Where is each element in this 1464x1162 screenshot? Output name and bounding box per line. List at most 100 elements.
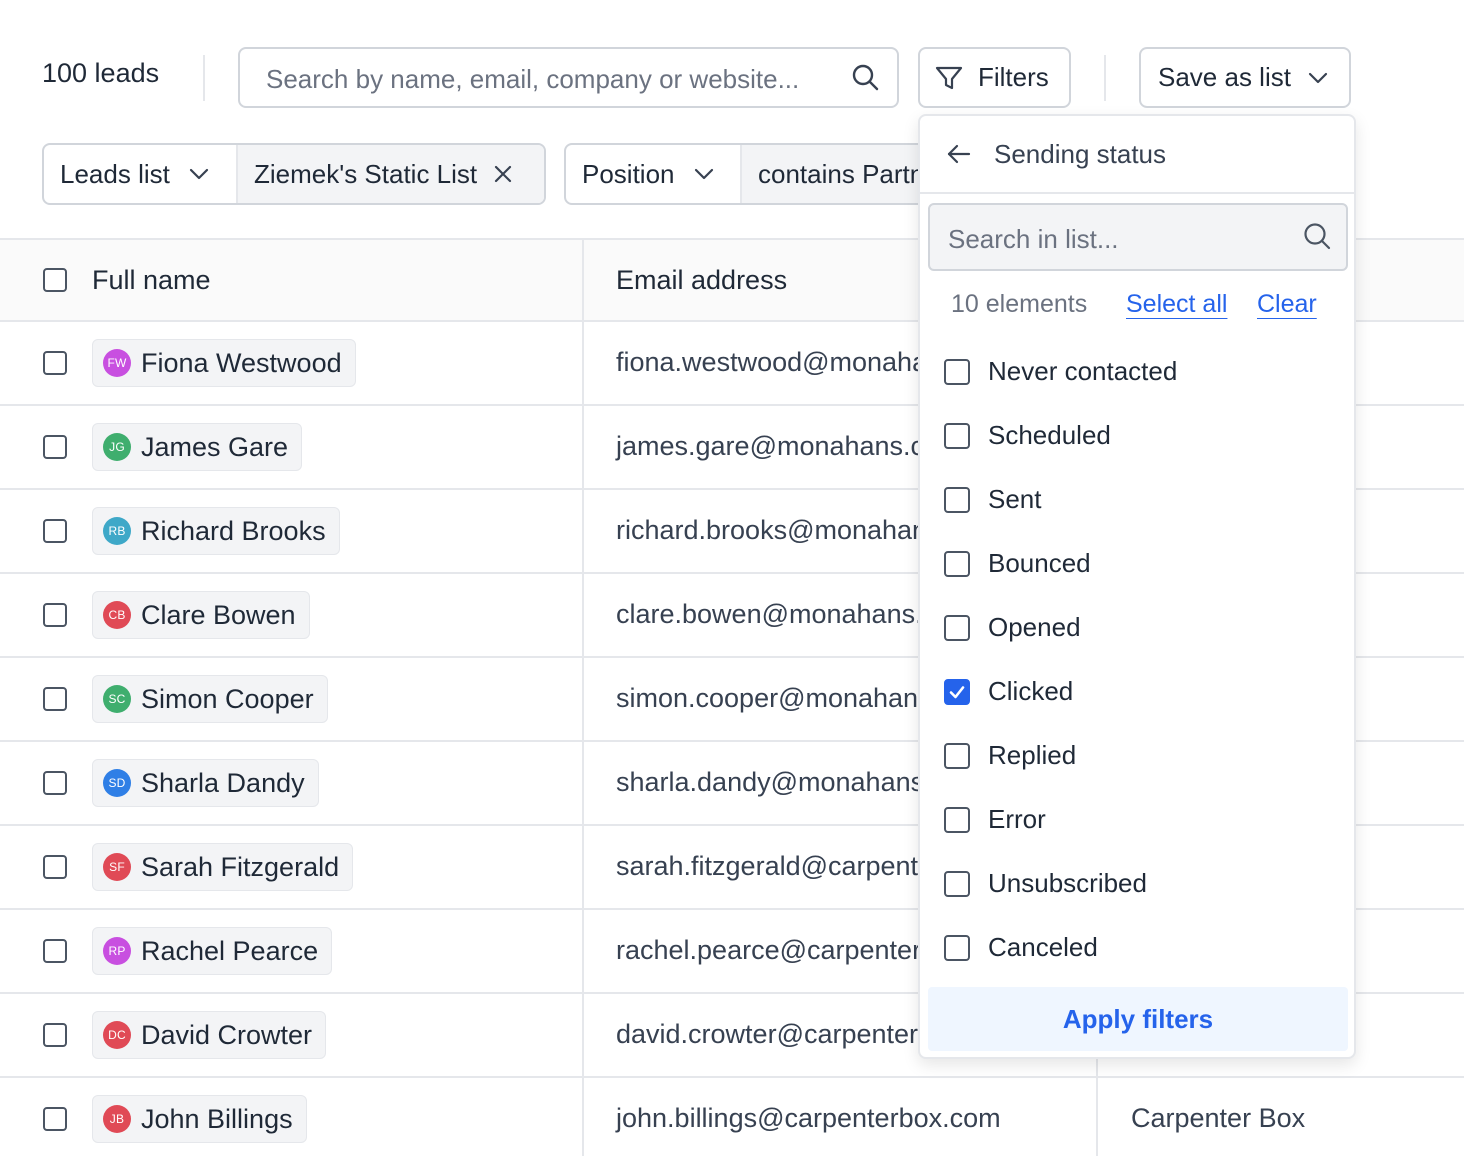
filters-label: Filters bbox=[978, 62, 1049, 92]
search-icon[interactable] bbox=[851, 63, 879, 96]
row-checkbox[interactable] bbox=[43, 1107, 67, 1131]
column-header-email[interactable]: Email address bbox=[616, 265, 787, 296]
status-option-label: Opened bbox=[988, 612, 1081, 642]
status-option[interactable]: Sent bbox=[944, 484, 1042, 515]
lead-company: Carpenter Box bbox=[1131, 1103, 1306, 1133]
dropdown-search-input[interactable] bbox=[946, 219, 1290, 259]
clear-link[interactable]: Clear bbox=[1257, 290, 1317, 319]
status-option-checkbox[interactable] bbox=[944, 806, 970, 833]
close-icon[interactable] bbox=[493, 164, 513, 184]
status-option[interactable]: Opened bbox=[944, 612, 1081, 643]
select-all-rows-checkbox[interactable] bbox=[43, 268, 67, 292]
row-checkbox[interactable] bbox=[43, 351, 67, 375]
lead-search-input[interactable] bbox=[264, 59, 828, 99]
chevron-down-icon bbox=[188, 163, 210, 185]
status-option-checkbox[interactable] bbox=[944, 358, 970, 385]
status-option-checkbox[interactable] bbox=[944, 870, 970, 897]
lead-name-tag[interactable]: RP Rachel Pearce bbox=[92, 927, 333, 975]
chip-value: Ziemek's Static List bbox=[236, 145, 544, 203]
element-count: 10 elements bbox=[951, 290, 1088, 318]
status-option-label: Never contacted bbox=[988, 356, 1178, 386]
avatar: SD bbox=[103, 769, 131, 797]
toolbar-divider bbox=[203, 55, 205, 101]
dropdown-title: Sending status bbox=[994, 138, 1167, 169]
chip-field-selector[interactable]: Leads list bbox=[44, 145, 236, 203]
select-all-link[interactable]: Select all bbox=[1126, 290, 1227, 319]
row-checkbox[interactable] bbox=[43, 435, 67, 459]
lead-full-name: Rachel Pearce bbox=[141, 935, 319, 966]
status-option[interactable]: Never contacted bbox=[944, 356, 1177, 387]
lead-name-tag[interactable]: SC Simon Cooper bbox=[92, 675, 328, 723]
status-option-label: Scheduled bbox=[988, 420, 1111, 450]
lead-email: james.gare@monahans.com bbox=[616, 431, 962, 461]
lead-full-name: James Gare bbox=[141, 431, 289, 462]
lead-name-tag[interactable]: FW Fiona Westwood bbox=[92, 339, 356, 387]
avatar: FW bbox=[103, 349, 131, 377]
status-option[interactable]: Clicked bbox=[944, 676, 1073, 707]
status-option-checkbox[interactable] bbox=[944, 678, 970, 705]
avatar: CB bbox=[103, 601, 131, 629]
chevron-down-icon bbox=[1307, 67, 1329, 89]
lead-name-tag[interactable]: DC David Crowter bbox=[92, 1011, 327, 1059]
lead-email: john.billings@carpenterbox.com bbox=[616, 1103, 1001, 1133]
status-option[interactable]: Replied bbox=[944, 740, 1076, 771]
status-option[interactable]: Unsubscribed bbox=[944, 868, 1147, 899]
lead-name-tag[interactable]: SD Sharla Dandy bbox=[92, 759, 319, 807]
status-option-checkbox[interactable] bbox=[944, 614, 970, 641]
status-option-checkbox[interactable] bbox=[944, 422, 970, 449]
chip-field-label: Leads list bbox=[60, 158, 170, 189]
status-option[interactable]: Error bbox=[944, 804, 1046, 835]
chip-field-label: Position bbox=[582, 158, 675, 189]
lead-name-tag[interactable]: JG James Gare bbox=[92, 423, 303, 471]
lead-full-name: Simon Cooper bbox=[141, 683, 314, 714]
status-option-label: Bounced bbox=[988, 548, 1091, 578]
row-checkbox[interactable] bbox=[43, 687, 67, 711]
lead-full-name: Richard Brooks bbox=[141, 515, 326, 546]
status-option-checkbox[interactable] bbox=[944, 550, 970, 577]
lead-full-name: David Crowter bbox=[141, 1019, 313, 1050]
status-option-label: Replied bbox=[988, 740, 1077, 770]
filter-chip-leads-list[interactable]: Leads list Ziemek's Static List bbox=[42, 143, 546, 205]
sending-status-dropdown: Sending status 10 elements Select all Cl… bbox=[918, 114, 1356, 1059]
save-as-list-button[interactable]: Save as list bbox=[1139, 47, 1351, 108]
lead-name-tag[interactable]: CB Clare Bowen bbox=[92, 591, 310, 639]
dropdown-search-box[interactable] bbox=[928, 203, 1348, 271]
row-checkbox[interactable] bbox=[43, 771, 67, 795]
row-checkbox[interactable] bbox=[43, 939, 67, 963]
row-checkbox[interactable] bbox=[43, 855, 67, 879]
arrow-left-icon[interactable] bbox=[946, 141, 972, 167]
status-option[interactable]: Scheduled bbox=[944, 420, 1111, 451]
search-icon bbox=[1302, 221, 1332, 256]
avatar: SF bbox=[103, 853, 131, 881]
table-row[interactable]: JB John Billings john.billings@carpenterbo… bbox=[0, 1078, 1464, 1162]
column-header-full-name[interactable]: Full name bbox=[92, 265, 211, 296]
avatar: SC bbox=[103, 685, 131, 713]
status-option[interactable]: Canceled bbox=[944, 932, 1098, 963]
avatar: JB bbox=[103, 1105, 131, 1133]
status-option-label: Canceled bbox=[988, 932, 1098, 962]
status-option-checkbox[interactable] bbox=[944, 742, 970, 769]
toolbar-divider bbox=[1104, 55, 1106, 101]
chip-value-label: Ziemek's Static List bbox=[254, 158, 478, 189]
lead-search-box[interactable] bbox=[238, 47, 899, 108]
lead-name-tag[interactable]: RB Richard Brooks bbox=[92, 507, 340, 555]
row-checkbox[interactable] bbox=[43, 1023, 67, 1047]
row-checkbox[interactable] bbox=[43, 519, 67, 543]
lead-name-tag[interactable]: JB John Billings bbox=[92, 1095, 307, 1143]
row-checkbox[interactable] bbox=[43, 603, 67, 627]
lead-full-name: Sharla Dandy bbox=[141, 767, 305, 798]
filters-button[interactable]: Filters bbox=[918, 47, 1071, 108]
lead-name-tag[interactable]: SF Sarah Fitzgerald bbox=[92, 843, 354, 891]
apply-filters-button[interactable]: Apply filters bbox=[928, 987, 1348, 1051]
status-option-label: Unsubscribed bbox=[988, 868, 1147, 898]
status-option[interactable]: Bounced bbox=[944, 548, 1091, 579]
chip-field-selector[interactable]: Position bbox=[566, 145, 740, 203]
status-option-checkbox[interactable] bbox=[944, 486, 970, 513]
save-as-list-label: Save as list bbox=[1158, 62, 1291, 92]
dropdown-header: Sending status bbox=[920, 116, 1354, 194]
chevron-down-icon bbox=[693, 163, 715, 185]
status-option-label: Sent bbox=[988, 484, 1042, 514]
status-option-checkbox[interactable] bbox=[944, 934, 970, 961]
avatar: JG bbox=[103, 433, 131, 461]
avatar: DC bbox=[103, 1021, 131, 1049]
